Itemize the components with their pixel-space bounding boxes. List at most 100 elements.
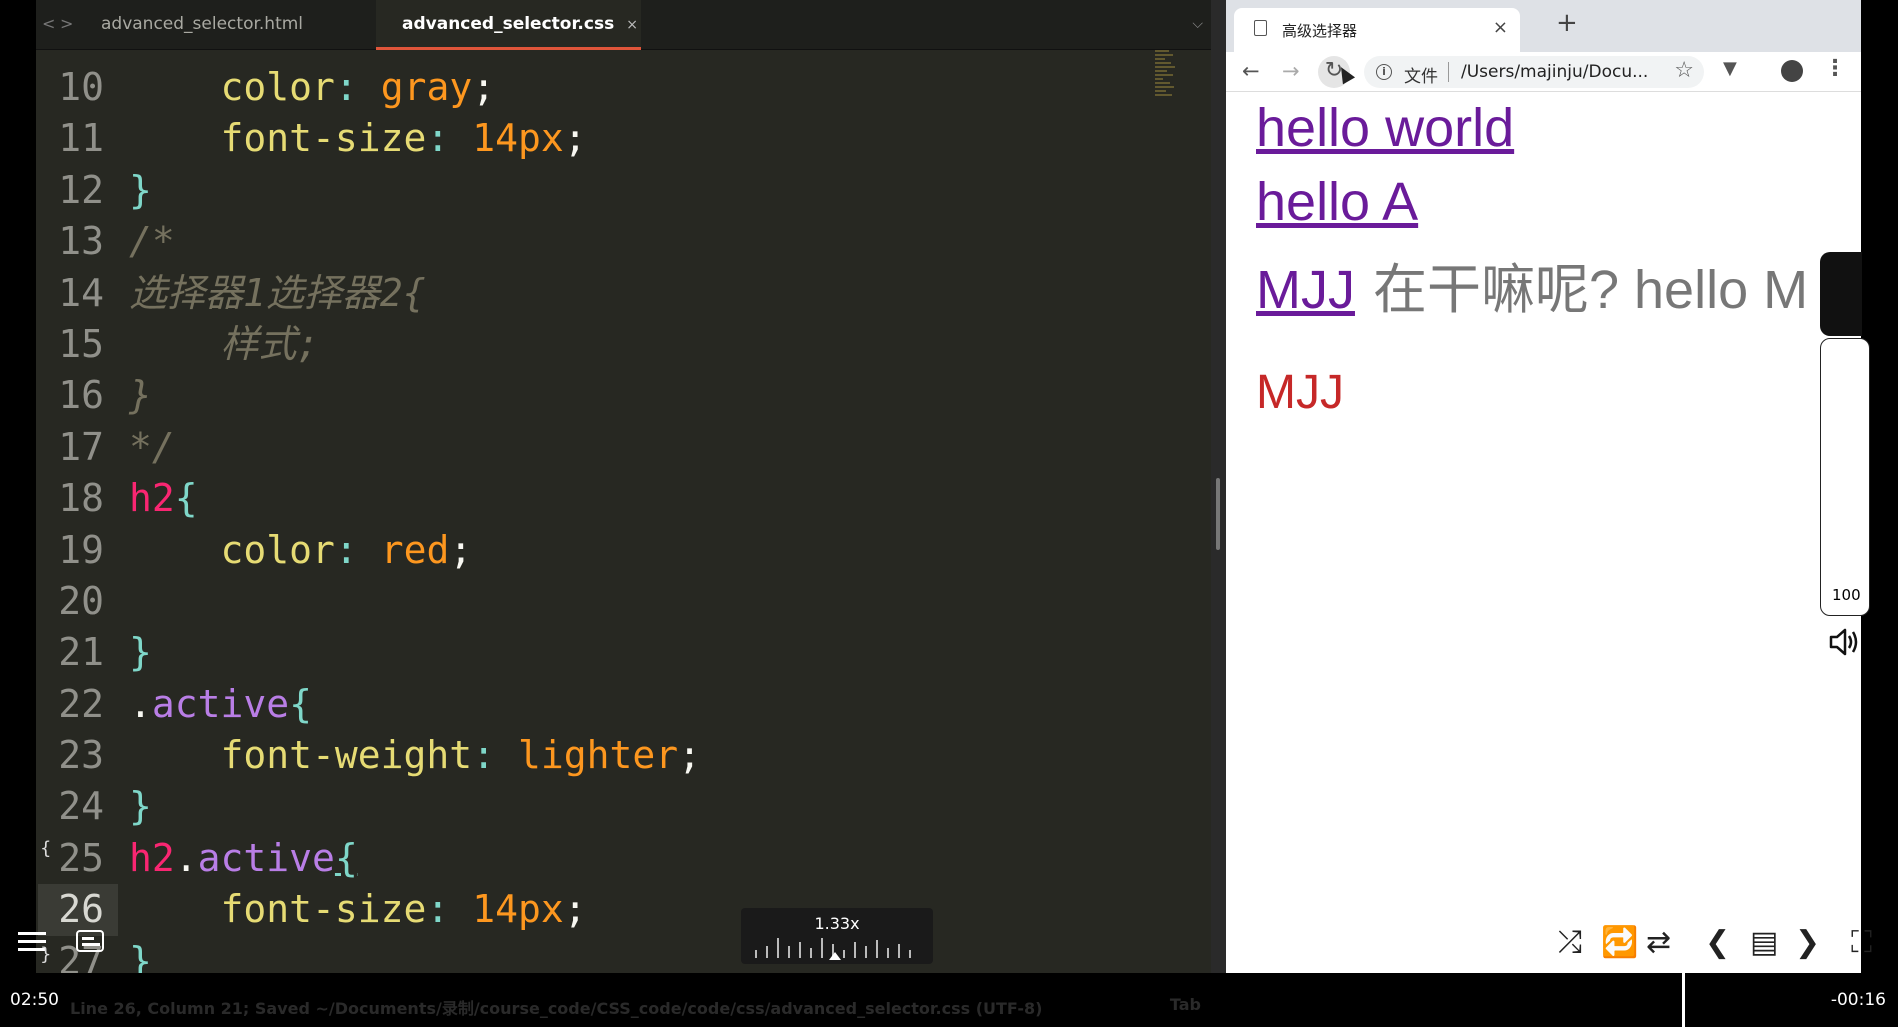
- code-line[interactable]: 19 color: red;: [36, 525, 1211, 576]
- volume-slider-cap: [1820, 252, 1862, 336]
- browser-toolbar: ← → ↻ i 文件 /Users/majinju/Docu... ☆ ▼ ⋮: [1226, 52, 1861, 92]
- code-line[interactable]: 24}: [36, 781, 1211, 832]
- code-token: ;: [449, 527, 473, 572]
- code-line[interactable]: 14 选择器1选择器2{: [36, 268, 1211, 319]
- new-tab-button[interactable]: +: [1556, 10, 1578, 36]
- browser-tab[interactable]: 高级选择器 ×: [1234, 8, 1520, 52]
- back-arrow-icon[interactable]: ←: [1242, 58, 1260, 84]
- code-area[interactable]: 10 color: gray; 11 font-size: 14px; 12} 13/…: [36, 62, 1211, 973]
- shuffle-icon[interactable]: ⤮: [1558, 928, 1582, 958]
- address-bar[interactable]: i 文件 /Users/majinju/Docu... ☆: [1364, 56, 1704, 88]
- code-line[interactable]: 18 h2{: [36, 473, 1211, 524]
- tab-label: advanced_selector.html: [101, 14, 304, 34]
- code-line[interactable]: 11 font-size: 14px;: [36, 113, 1211, 164]
- tab-advanced-selector-css[interactable]: advanced_selector.css ×: [376, 0, 641, 50]
- rate-tick: [898, 944, 900, 958]
- speaker-icon[interactable]: [1827, 625, 1861, 659]
- code-line[interactable]: 22 .active{: [36, 679, 1211, 730]
- code-text: }: [129, 936, 152, 973]
- code-token: h2: [129, 835, 175, 880]
- code-line[interactable]: 26 font-size: 14px;: [36, 884, 1211, 936]
- previous-icon[interactable]: ❮: [1705, 928, 1730, 958]
- code-line[interactable]: 10 color: gray;: [36, 62, 1211, 113]
- line-number: 21: [58, 630, 104, 675]
- menu-dots-icon[interactable]: ⋮: [1824, 56, 1846, 81]
- hello-world-link[interactable]: hello world: [1256, 97, 1514, 159]
- playlist-icon[interactable]: ▤: [1750, 928, 1778, 958]
- code-token: font-size: [220, 116, 427, 161]
- subtitles-icon[interactable]: [76, 930, 104, 952]
- code-token: {: [174, 476, 198, 521]
- code-line[interactable]: 13 /*: [36, 216, 1211, 267]
- code-line[interactable]: 12}: [36, 165, 1211, 216]
- line-number: 11: [58, 116, 104, 161]
- close-tab-icon[interactable]: ×: [1493, 17, 1508, 38]
- code-line[interactable]: 20: [36, 576, 1211, 627]
- progress-position[interactable]: [1682, 973, 1685, 1027]
- line-number: 23: [58, 733, 104, 778]
- code-token: ;: [472, 65, 496, 109]
- code-text: }: [129, 165, 152, 216]
- gray-text: 在干嘛呢? hello M: [1372, 260, 1809, 320]
- fullscreen-icon[interactable]: ⛶: [1851, 928, 1872, 958]
- code-line[interactable]: 15 样式;: [36, 319, 1211, 370]
- line-number: 19: [58, 527, 104, 572]
- next-icon[interactable]: ❯: [1795, 928, 1820, 958]
- repeat-icon[interactable]: 🔁: [1601, 928, 1638, 958]
- forward-arrow-icon[interactable]: →: [1282, 58, 1300, 84]
- tab-nav-back-icon[interactable]: <: [42, 14, 55, 33]
- pane-splitter[interactable]: [1211, 0, 1226, 973]
- volume-slider[interactable]: [1820, 338, 1870, 616]
- status-bar: Line 26, Column 21; Saved ~/Documents/录制…: [36, 973, 1211, 1027]
- code-token: :: [334, 65, 358, 109]
- code-token: color: [220, 527, 335, 572]
- code-token: active: [151, 681, 290, 726]
- tab-nav-forward-icon[interactable]: >: [60, 14, 73, 33]
- url-divider: [1448, 62, 1449, 82]
- fold-close-marker: }: [40, 944, 52, 965]
- code-editor[interactable]: < > advanced_selector.html advanced_sele…: [36, 0, 1211, 973]
- code-line[interactable]: 27}: [36, 936, 1211, 973]
- extension-icon[interactable]: ▼: [1723, 58, 1737, 79]
- mjj-link[interactable]: MJJ: [1256, 260, 1355, 320]
- status-indent[interactable]: Tab: [1170, 995, 1201, 1014]
- code-text: color: red;: [129, 525, 473, 576]
- code-line[interactable]: 25 h2.active{: [36, 833, 1211, 884]
- url-path[interactable]: /Users/majinju/Docu...: [1461, 62, 1648, 82]
- code-token: }: [129, 938, 152, 973]
- info-icon[interactable]: i: [1376, 64, 1392, 80]
- profile-avatar-icon[interactable]: [1781, 60, 1803, 82]
- tab-label: advanced_selector.css: [402, 14, 615, 34]
- loop-ab-icon[interactable]: ⇄: [1646, 928, 1671, 958]
- remaining-time: -00:16: [1830, 990, 1886, 1010]
- code-token: 14px: [472, 887, 564, 932]
- code-token: color: [220, 65, 335, 109]
- code-token: :: [426, 116, 450, 161]
- code-token: :: [472, 733, 496, 778]
- code-text: }: [129, 781, 152, 832]
- tab-dropdown-icon[interactable]: ⌵: [1192, 16, 1203, 32]
- code-line[interactable]: 21}: [36, 627, 1211, 678]
- splitter-handle[interactable]: [1216, 478, 1220, 550]
- code-line[interactable]: 16}: [36, 370, 1211, 421]
- code-line[interactable]: 17 */: [36, 422, 1211, 473]
- tab-close-icon[interactable]: ×: [626, 17, 638, 33]
- code-text: /*: [129, 216, 175, 267]
- hello-a-link[interactable]: hello A: [1256, 171, 1418, 233]
- code-line[interactable]: 23 font-weight: lighter;: [36, 730, 1211, 781]
- code-token: .: [174, 835, 198, 880]
- line-number: 17: [58, 424, 104, 469]
- rate-tick: [766, 946, 768, 958]
- tab-advanced-selector-html[interactable]: advanced_selector.html: [84, 0, 376, 50]
- minimap[interactable]: [1155, 50, 1177, 120]
- url-scheme: 文件: [1404, 67, 1438, 87]
- browser-tab-title: 高级选择器: [1282, 22, 1358, 40]
- playback-rate-control[interactable]: 1.33x: [741, 908, 933, 964]
- bookmark-star-icon[interactable]: ☆: [1674, 58, 1694, 83]
- code-token: }: [129, 167, 152, 212]
- code-token: }: [129, 630, 152, 675]
